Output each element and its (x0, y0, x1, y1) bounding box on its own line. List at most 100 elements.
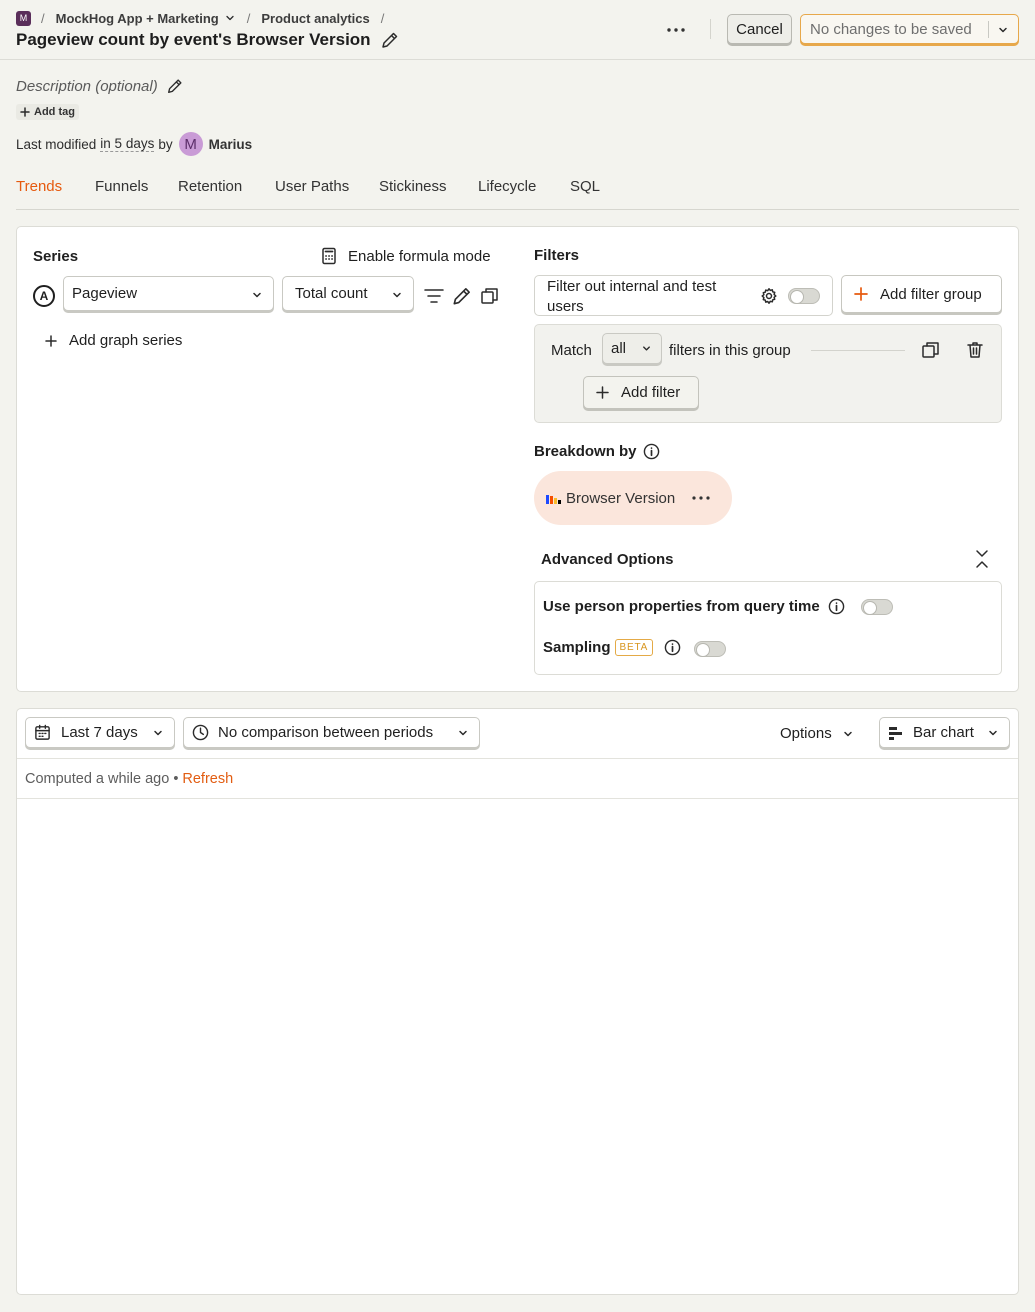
comparison-value: No comparison between periods (218, 724, 434, 741)
advanced-options-heading[interactable]: Advanced Options (541, 551, 674, 568)
comparison-select[interactable]: No comparison between periods (183, 717, 480, 748)
last-modified: Last modified in 5 days by M Marius (16, 132, 252, 156)
calendar-icon (34, 724, 51, 741)
breadcrumb: M / MockHog App + Marketing / Product an… (16, 10, 395, 26)
top-bar: M / MockHog App + Marketing / Product an… (0, 0, 1035, 60)
chevron-down-icon (641, 343, 652, 354)
sampling-label: Sampling (543, 639, 611, 656)
series-event-value: Pageview (72, 285, 138, 302)
date-range-select[interactable]: Last 7 days (25, 717, 175, 748)
chevron-down-icon (391, 289, 403, 301)
breakdown-pill[interactable]: Browser Version (534, 471, 732, 525)
refresh-link[interactable]: Refresh (182, 771, 233, 787)
filters-heading: Filters (534, 247, 580, 264)
page-title-text[interactable]: Pageview count by event's Browser Versio… (16, 30, 371, 50)
collapse-icon[interactable] (973, 548, 991, 570)
options-button[interactable]: Options (780, 725, 854, 742)
person-properties-label: Use person properties from query time (543, 598, 820, 615)
avatar: M (178, 132, 203, 156)
options-label: Options (780, 725, 832, 742)
breakdown-heading-text: Breakdown by (534, 443, 637, 460)
chevron-down-icon (152, 727, 164, 739)
add-graph-series-label: Add graph series (69, 332, 183, 349)
breadcrumb-section[interactable]: Product analytics (261, 11, 369, 26)
info-icon[interactable] (664, 639, 681, 656)
query-editor-panel: Series Enable formula mode A Pageview To… (16, 226, 1019, 692)
tab-stickiness[interactable]: Stickiness (379, 178, 447, 195)
breakdown-value: Browser Version (566, 489, 676, 507)
modified-by: by (158, 136, 173, 152)
chevron-down-icon[interactable] (997, 24, 1009, 36)
description[interactable]: Description (optional) (16, 77, 184, 95)
filter-lines-icon[interactable] (423, 285, 445, 307)
save-button-label: No changes to be saved (810, 20, 972, 38)
duplicate-icon[interactable] (480, 286, 500, 306)
more-icon[interactable] (691, 491, 711, 505)
duplicate-icon[interactable] (921, 340, 941, 360)
enable-formula-mode-button[interactable]: Enable formula mode (320, 247, 491, 265)
series-math-select[interactable]: Total count (282, 276, 414, 311)
series-letter-badge: A (33, 285, 55, 307)
add-tag-button[interactable]: Add tag (16, 104, 79, 120)
plus-icon (20, 107, 30, 117)
cancel-button[interactable]: Cancel (727, 14, 792, 44)
results-panel: Last 7 days No comparison between period… (16, 708, 1019, 1295)
results-toolbar: Last 7 days No comparison between period… (17, 709, 1018, 759)
info-icon[interactable] (643, 443, 660, 460)
save-button[interactable]: No changes to be saved (800, 14, 1019, 44)
add-filter-button[interactable]: Add filter (583, 376, 699, 409)
add-tag-label: Add tag (34, 106, 75, 118)
tab-funnels[interactable]: Funnels (95, 178, 148, 195)
filter-group-divider (811, 350, 905, 351)
sampling-toggle[interactable] (694, 641, 726, 657)
chevron-down-icon (842, 728, 854, 740)
series-math-value: Total count (295, 285, 368, 302)
person-properties-option: Use person properties from query time (543, 598, 845, 615)
breakdown-heading: Breakdown by (534, 443, 660, 460)
pencil-icon[interactable] (166, 77, 184, 95)
series-event-select[interactable]: Pageview (63, 276, 274, 311)
add-graph-series-button[interactable]: Add graph series (45, 332, 182, 349)
trash-icon[interactable] (965, 340, 985, 360)
modified-prefix: Last modified (16, 136, 97, 152)
insight-type-tabs: Trends Funnels Retention User Paths Stic… (16, 178, 1019, 210)
chart-area (17, 800, 1018, 1294)
info-icon[interactable] (828, 598, 845, 615)
plus-icon (45, 334, 57, 347)
tab-trends[interactable]: Trends (16, 178, 62, 195)
internal-users-filter: Filter out internal and test users (534, 275, 833, 316)
match-suffix: filters in this group (669, 342, 791, 359)
calculator-icon (320, 247, 338, 265)
header-divider (710, 19, 711, 39)
chevron-down-icon[interactable] (225, 13, 235, 23)
tab-user-paths[interactable]: User Paths (275, 178, 349, 195)
person-properties-toggle[interactable] (861, 599, 893, 615)
chart-type-value: Bar chart (913, 724, 974, 741)
save-button-divider (988, 21, 989, 38)
modified-time: in 5 days (100, 136, 155, 152)
modified-user[interactable]: Marius (209, 137, 253, 152)
internal-users-toggle[interactable] (788, 288, 820, 304)
property-icon (546, 493, 561, 504)
add-filter-group-button[interactable]: Add filter group (841, 275, 1002, 313)
pencil-icon[interactable] (380, 30, 400, 50)
tab-retention[interactable]: Retention (178, 178, 242, 195)
bar-chart-icon (888, 725, 904, 741)
pencil-icon[interactable] (451, 285, 473, 307)
tab-lifecycle[interactable]: Lifecycle (478, 178, 536, 195)
date-range-value: Last 7 days (61, 724, 138, 741)
breadcrumb-separator: / (246, 10, 251, 26)
beta-badge: BETA (614, 639, 654, 656)
chevron-down-icon (987, 727, 999, 739)
breadcrumb-project[interactable]: MockHog App + Marketing (56, 11, 219, 26)
breadcrumb-separator: / (380, 10, 385, 26)
chart-type-select[interactable]: Bar chart (879, 717, 1010, 748)
breadcrumb-separator: / (41, 10, 45, 26)
more-icon[interactable] (665, 20, 687, 40)
chevron-down-icon (457, 727, 469, 739)
tab-sql[interactable]: SQL (570, 178, 600, 195)
gear-icon[interactable] (760, 287, 778, 305)
description-placeholder: Description (optional) (16, 77, 158, 95)
chevron-down-icon (251, 289, 263, 301)
match-select[interactable]: all (602, 333, 662, 364)
